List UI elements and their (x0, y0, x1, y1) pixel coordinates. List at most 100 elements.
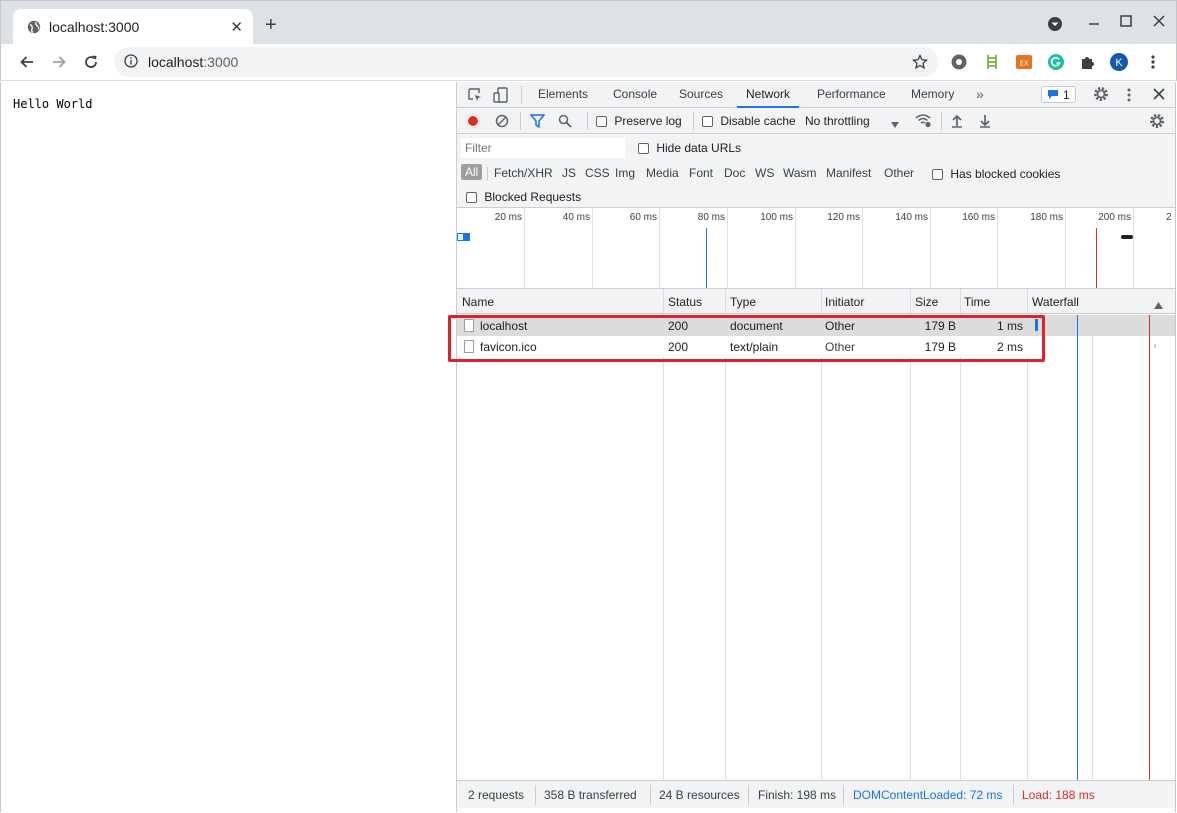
ex-extension-icon[interactable]: EX (1015, 53, 1033, 71)
filter-manifest[interactable]: Manifest (826, 166, 871, 180)
more-tabs-button[interactable]: » (976, 82, 984, 108)
col-name[interactable]: Name (462, 295, 494, 309)
device-toolbar-icon[interactable] (493, 87, 509, 106)
col-status[interactable]: Status (668, 295, 702, 309)
close-tab-icon[interactable]: ✕ (230, 18, 243, 36)
globe-icon (27, 20, 41, 34)
filter-css[interactable]: CSS (585, 166, 610, 180)
overview-tick-label: 80 ms (697, 212, 725, 223)
tab-performance[interactable]: Performance (817, 82, 886, 108)
waterfall-gridline (1092, 315, 1093, 780)
disable-cache-checkbox[interactable] (702, 116, 713, 128)
page-viewport: Hello World (0, 82, 456, 812)
preserve-log-checkbox[interactable] (596, 116, 607, 128)
request-status: 200 (668, 319, 689, 333)
info-icon[interactable] (124, 53, 138, 71)
filter-media[interactable]: Media (646, 166, 679, 180)
overview-gridline (930, 208, 931, 288)
filter-ws[interactable]: WS (755, 166, 774, 180)
new-tab-button[interactable]: + (265, 15, 277, 35)
filter-doc[interactable]: Doc (724, 166, 745, 180)
filter-fetch-xhr[interactable]: Fetch/XHR (494, 166, 553, 180)
tab-sources[interactable]: Sources (679, 82, 723, 108)
toolbar-divider (693, 112, 694, 130)
browser-menu-icon[interactable] (1144, 53, 1162, 71)
record-icon[interactable] (466, 114, 480, 131)
column-divider (821, 289, 822, 780)
network-settings-icon[interactable] (1149, 113, 1165, 132)
col-waterfall[interactable]: Waterfall (1032, 295, 1079, 309)
minimize-icon[interactable] (1088, 15, 1100, 31)
profile-avatar-icon[interactable]: K (1110, 53, 1128, 71)
ladder-extension-icon[interactable] (983, 53, 1001, 71)
tab-elements[interactable]: Elements (538, 82, 588, 108)
preserve-log-label: Preserve log (614, 114, 682, 128)
tab-network[interactable]: Network (737, 82, 800, 108)
filter-img[interactable]: Img (615, 166, 635, 180)
overview-gridline (659, 208, 660, 288)
filter-font[interactable]: Font (689, 166, 713, 180)
overview-tick-label: 2 (1166, 212, 1172, 223)
reload-icon[interactable] (81, 52, 101, 72)
grammarly-icon[interactable] (1047, 53, 1065, 71)
close-devtools-icon[interactable] (1153, 88, 1165, 103)
browser-tab[interactable]: localhost:3000 ✕ (13, 9, 253, 45)
blocked-requests-checkbox[interactable] (466, 192, 477, 204)
request-name-text: favicon.ico (480, 340, 537, 354)
svg-text:EX: EX (1019, 60, 1028, 68)
inspect-element-icon[interactable] (467, 87, 483, 106)
tab-memory[interactable]: Memory (911, 82, 954, 108)
maximize-icon[interactable] (1120, 14, 1132, 30)
hide-data-urls-checkbox[interactable] (638, 143, 649, 155)
network-conditions-icon[interactable] (915, 113, 932, 131)
document-icon (464, 319, 474, 332)
disable-cache-option[interactable]: Disable cache (702, 114, 796, 128)
address-bar[interactable]: localhost:3000 (114, 47, 938, 77)
bookmark-star-icon[interactable] (911, 53, 929, 73)
filter-icon[interactable] (529, 114, 546, 131)
devtools-menu-icon[interactable] (1126, 87, 1132, 106)
profile-menu-icon[interactable] (1047, 16, 1063, 35)
hide-data-urls-option[interactable]: Hide data URLs (638, 141, 741, 155)
filter-input[interactable] (461, 138, 625, 158)
tab-console[interactable]: Console (613, 82, 657, 108)
filter-divider (487, 167, 488, 181)
filter-all[interactable]: All (461, 164, 483, 180)
col-size[interactable]: Size (915, 295, 938, 309)
close-window-icon[interactable] (1153, 14, 1165, 30)
filter-wasm[interactable]: Wasm (783, 166, 817, 180)
table-row[interactable]: favicon.ico 200 text/plain Other 179 B 2… (457, 336, 1175, 357)
col-time[interactable]: Time (964, 295, 990, 309)
throttling-dropdown-icon[interactable] (891, 117, 899, 131)
clear-icon[interactable] (495, 114, 509, 131)
devtools-settings-icon[interactable] (1093, 86, 1109, 105)
col-initiator[interactable]: Initiator (825, 295, 864, 309)
settings-extension-icon[interactable] (950, 53, 968, 71)
export-har-icon[interactable] (979, 114, 991, 131)
table-row[interactable]: localhost 200 document Other 179 B 1 ms (457, 315, 1175, 336)
sort-ascending-icon[interactable] (1154, 298, 1163, 312)
col-type[interactable]: Type (730, 295, 756, 309)
throttling-select[interactable]: No throttling (805, 114, 870, 128)
network-overview[interactable]: 20 ms 40 ms 60 ms 80 ms 100 ms 120 ms 14… (457, 207, 1175, 289)
request-initiator: Other (825, 340, 856, 354)
browser-toolbar: localhost:3000 EX K (0, 44, 1177, 81)
filter-other[interactable]: Other (884, 166, 914, 180)
filter-js[interactable]: JS (562, 166, 576, 180)
has-blocked-cookies-option[interactable]: Has blocked cookies (932, 167, 1060, 181)
has-blocked-cookies-checkbox[interactable] (932, 169, 943, 181)
blocked-requests-option[interactable]: Blocked Requests (466, 190, 581, 204)
summary-requests: 2 requests (468, 788, 525, 802)
preserve-log-option[interactable]: Preserve log (596, 114, 682, 128)
back-icon[interactable] (17, 52, 37, 72)
import-har-icon[interactable] (951, 114, 963, 131)
overview-tick-label: 200 ms (1098, 212, 1131, 223)
extensions-puzzle-icon[interactable] (1079, 53, 1097, 71)
issues-badge[interactable]: 1 (1041, 86, 1076, 103)
forward-icon[interactable] (49, 52, 69, 72)
page-text: Hello World (13, 97, 93, 111)
search-icon[interactable] (558, 114, 572, 131)
hide-data-urls-label: Hide data URLs (656, 141, 742, 155)
has-blocked-cookies-label: Has blocked cookies (950, 167, 1061, 181)
overview-tick-label: 60 ms (629, 212, 657, 223)
